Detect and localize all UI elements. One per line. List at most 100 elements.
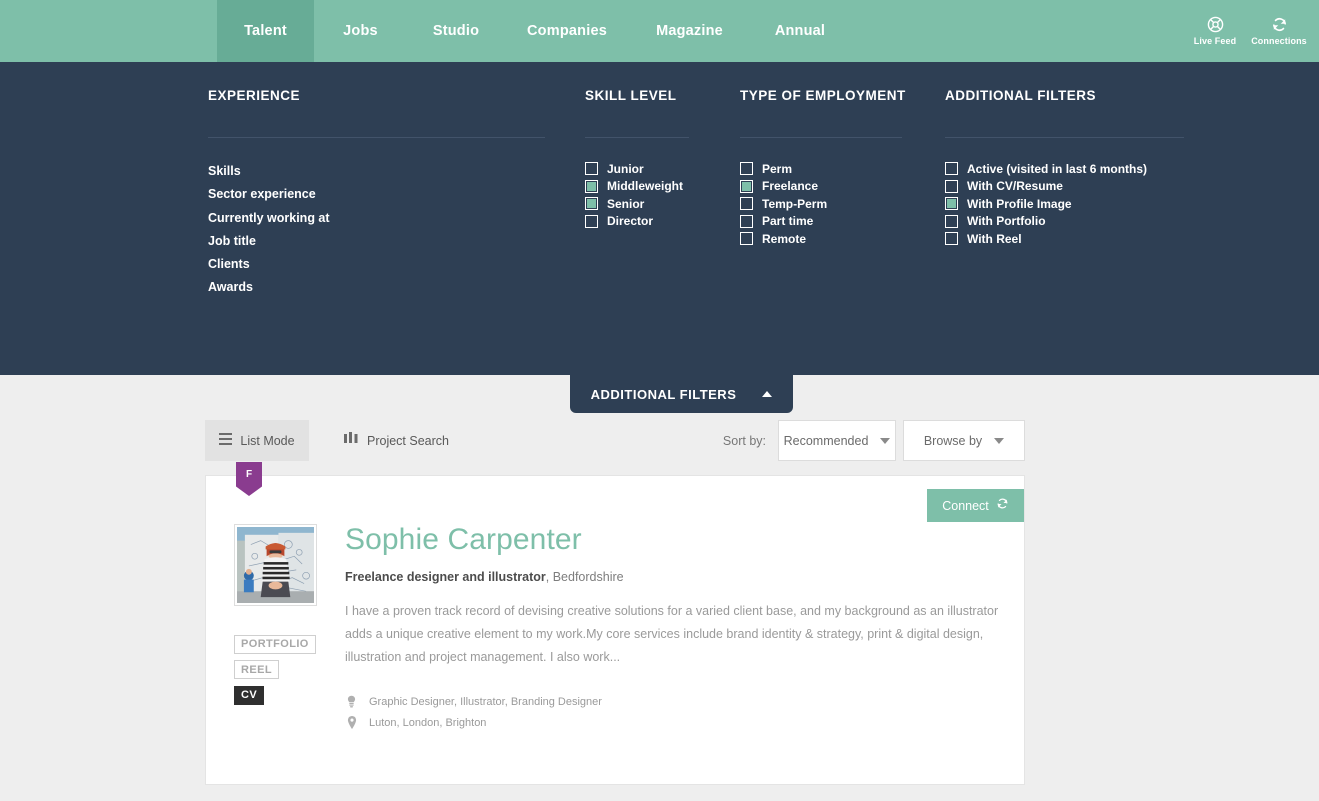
checkbox-label: Junior — [607, 161, 644, 176]
nav-left-spacer — [0, 0, 217, 62]
checkbox-label: Director — [607, 214, 654, 229]
tag-reel[interactable]: REEL — [234, 660, 279, 679]
nav-tab-label: Annual — [774, 23, 826, 39]
checkbox-remote[interactable]: Remote — [740, 230, 945, 248]
connect-button-label: Connect — [942, 498, 989, 513]
chevron-down-icon — [880, 437, 891, 444]
checkbox-box[interactable] — [945, 162, 958, 176]
checkbox-box[interactable] — [585, 214, 598, 228]
nav-tab-label: Jobs — [343, 23, 378, 39]
checkbox-box[interactable] — [945, 232, 958, 246]
sort-by-value: Recommended — [783, 433, 869, 448]
checkbox-perm[interactable]: Perm — [740, 160, 945, 178]
nav-tab-label: Magazine — [656, 23, 723, 39]
list-icon — [219, 432, 233, 450]
experience-link-skills[interactable]: Skills — [208, 160, 585, 183]
list-mode-button[interactable]: List Mode — [205, 420, 309, 461]
project-search-icon — [344, 431, 359, 450]
tag-reel-wrap: REEL — [234, 660, 331, 686]
nav-tab-label: Studio — [432, 23, 480, 39]
checkbox-middleweight[interactable]: Middleweight — [585, 178, 740, 196]
connect-button[interactable]: Connect — [927, 489, 1024, 522]
nav-tab-label: Talent — [244, 23, 287, 39]
checkbox-label: Active (visited in last 6 months) — [967, 161, 1148, 176]
profile-roles-text: Graphic Designer, Illustrator, Branding … — [369, 695, 602, 708]
nav-tab-companies[interactable]: Companies — [505, 0, 629, 62]
checkbox-part-time[interactable]: Part time — [740, 213, 945, 231]
checkbox-junior[interactable]: Junior — [585, 160, 740, 178]
checkbox-with-reel[interactable]: With Reel — [945, 230, 1205, 248]
nav-item-connections[interactable]: Connections — [1247, 16, 1311, 46]
avatar-photo — [237, 527, 314, 603]
nav-tab-talent[interactable]: Talent — [217, 0, 314, 62]
checkbox-freelance[interactable]: Freelance — [740, 178, 945, 196]
checkbox-box[interactable] — [945, 214, 958, 228]
experience-link-job-title[interactable]: Job title — [208, 230, 585, 253]
nav-tab-magazine[interactable]: Magazine — [629, 0, 750, 62]
profile-name[interactable]: Sophie Carpenter — [345, 524, 1021, 556]
experience-link-currently-working-at[interactable]: Currently working at — [208, 207, 585, 230]
nav-tab-jobs[interactable]: Jobs — [314, 0, 407, 62]
checkbox-box[interactable] — [740, 197, 753, 211]
checkbox-label: With Profile Image — [967, 196, 1072, 211]
checkbox-box[interactable] — [585, 197, 598, 211]
browse-by-select[interactable]: Browse by — [903, 420, 1025, 461]
nav-item-live-feed[interactable]: Live Feed — [1183, 16, 1247, 46]
tag-portfolio[interactable]: PORTFOLIO — [234, 634, 316, 654]
list-mode-label: List Mode — [240, 433, 295, 448]
project-search-label: Project Search — [367, 433, 449, 448]
filter-columns: EXPERIENCE Skills Sector experience Curr… — [0, 88, 1319, 300]
checkbox-box[interactable] — [740, 214, 753, 228]
sort-by-select[interactable]: Recommended — [778, 420, 896, 461]
checkbox-temp-perm[interactable]: Temp-Perm — [740, 195, 945, 213]
checkbox-with-profile-image[interactable]: With Profile Image — [945, 195, 1205, 213]
checkbox-box[interactable] — [585, 179, 598, 193]
checkbox-label: With CV/Resume — [967, 179, 1063, 194]
sort-controls: Sort by: Recommended Browse by — [723, 420, 1025, 461]
checkbox-label: With Portfolio — [967, 214, 1046, 229]
checkbox-box[interactable] — [585, 162, 598, 176]
profile-tags: PORTFOLIO REEL CV — [234, 634, 331, 711]
checkbox-label: Perm — [762, 161, 793, 176]
checkbox-active[interactable]: Active (visited in last 6 months) — [945, 160, 1205, 178]
checkbox-box[interactable] — [740, 179, 753, 193]
filter-column-employment: TYPE OF EMPLOYMENT Perm Freelance Temp-P… — [740, 88, 945, 300]
checkbox-senior[interactable]: Senior — [585, 195, 740, 213]
tag-cv[interactable]: CV — [234, 685, 265, 705]
profile-role: Freelance designer and illustrator — [345, 570, 546, 584]
results-toolbar: List Mode Project Search Sort by: Recomm… — [205, 420, 1025, 461]
project-search-button[interactable]: Project Search — [344, 420, 449, 461]
checkbox-box[interactable] — [740, 162, 753, 176]
checkbox-with-cv-resume[interactable]: With CV/Resume — [945, 178, 1205, 196]
checkbox-label: Senior — [607, 196, 645, 211]
checkbox-director[interactable]: Director — [585, 213, 740, 231]
checkbox-box[interactable] — [945, 197, 958, 211]
filter-column-additional: ADDITIONAL FILTERS Active (visited in la… — [945, 88, 1205, 300]
filter-column-experience: EXPERIENCE Skills Sector experience Curr… — [208, 88, 585, 300]
checkbox-box[interactable] — [945, 179, 958, 193]
experience-link-awards[interactable]: Awards — [208, 276, 585, 299]
checkbox-box[interactable] — [740, 232, 753, 246]
checkbox-with-portfolio[interactable]: With Portfolio — [945, 213, 1205, 231]
tag-cv-wrap: CV — [234, 685, 331, 711]
checkbox-label: Freelance — [762, 179, 819, 194]
divider — [945, 137, 1184, 138]
live-feed-icon — [1207, 16, 1224, 33]
sort-by-label: Sort by: — [722, 433, 766, 448]
profile-meta: Graphic Designer, Illustrator, Branding … — [345, 691, 1021, 733]
additional-filters-toggle[interactable]: ADDITIONAL FILTERS — [570, 375, 793, 413]
connections-icon — [1271, 16, 1288, 33]
browse-by-value: Browse by — [923, 433, 983, 448]
nav-tab-label: Companies — [527, 23, 607, 39]
nav-right-group: Live Feed Connections — [1183, 0, 1319, 62]
nav-tab-studio[interactable]: Studio — [407, 0, 505, 62]
checkbox-label: Temp-Perm — [762, 196, 828, 211]
experience-link-sector-experience[interactable]: Sector experience — [208, 183, 585, 206]
nav-tab-annual[interactable]: Annual — [750, 0, 850, 62]
experience-link-clients[interactable]: Clients — [208, 253, 585, 276]
tag-portfolio-wrap: PORTFOLIO — [234, 634, 331, 660]
profile-card-right: Sophie Carpenter Freelance designer and … — [331, 524, 1021, 733]
checkbox-label: Part time — [762, 214, 814, 229]
location-pin-icon — [345, 716, 358, 729]
avatar[interactable] — [234, 524, 317, 606]
